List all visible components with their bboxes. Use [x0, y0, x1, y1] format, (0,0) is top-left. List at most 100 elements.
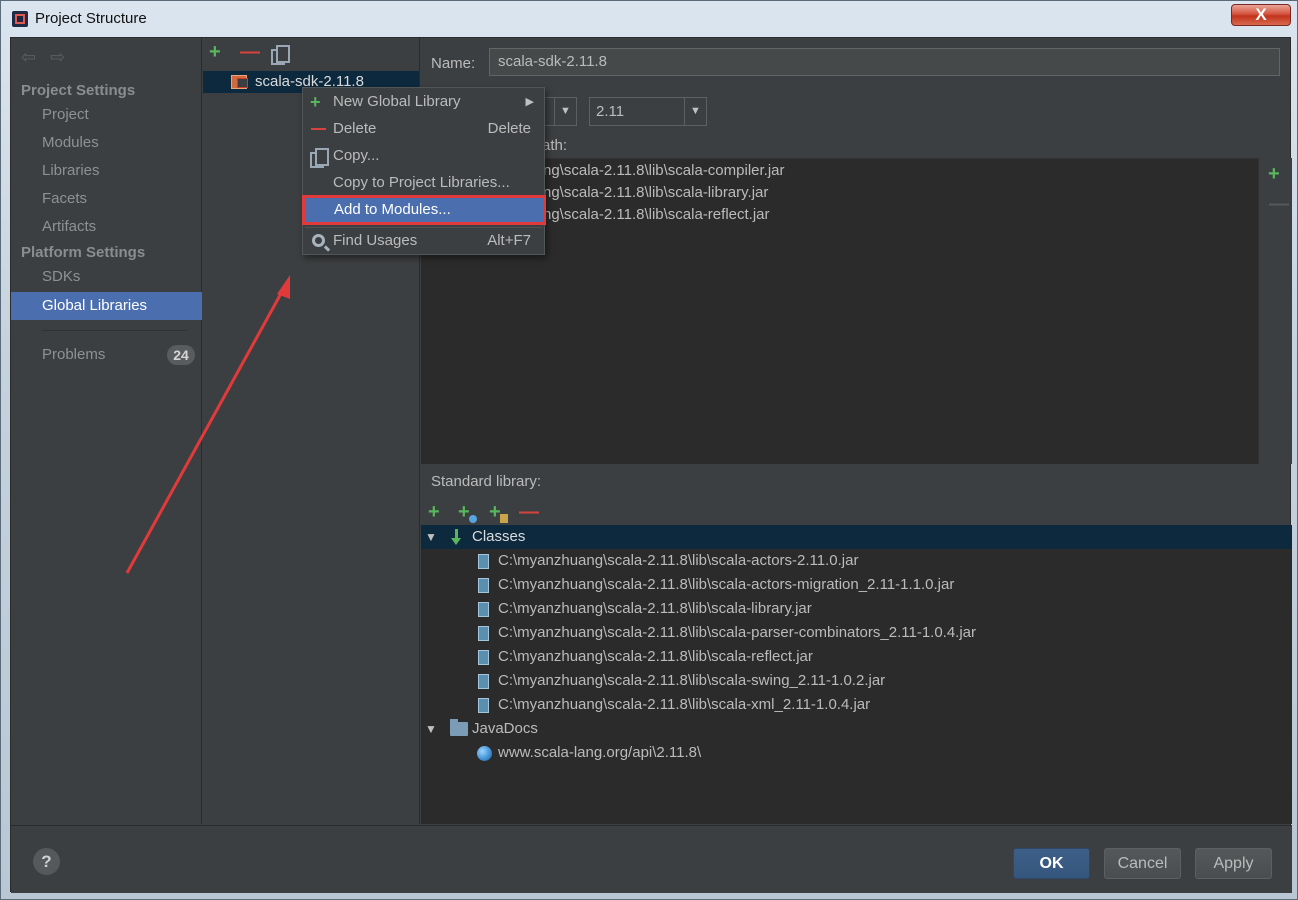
- chevron-down-icon: ▼: [684, 98, 706, 125]
- jar-file-icon: [478, 602, 489, 617]
- tree-row-javadoc-url[interactable]: www.scala-lang.org/api\2.11.8\: [421, 741, 1292, 765]
- tree-node-classes[interactable]: ▼ Classes: [421, 525, 1292, 549]
- copy-library-icon[interactable]: [271, 45, 290, 65]
- library-details: Name: scala-sdk-2.11.8 ▼ 2.11 ▼ ath: ng\…: [421, 38, 1292, 824]
- expand-triangle-icon[interactable]: ▼: [425, 717, 437, 741]
- standard-library-label: Standard library:: [431, 473, 542, 490]
- tree-row-jar[interactable]: C:\myanzhuang\scala-2.11.8\lib\scala-par…: [421, 621, 1292, 645]
- attach-jar-plus-icon[interactable]: +: [489, 502, 501, 522]
- tree-row-jar[interactable]: C:\myanzhuang\scala-2.11.8\lib\scala-act…: [421, 573, 1292, 597]
- jar-path: C:\myanzhuang\scala-2.11.8\lib\scala-xml…: [498, 696, 871, 713]
- scala-version-value: 2.11: [596, 103, 625, 120]
- plus-icon: +: [310, 92, 321, 112]
- nav-history-arrows: ⇦⇨: [21, 47, 79, 68]
- remove-library-minus-icon[interactable]: —: [240, 42, 260, 62]
- menu-item-add-to-modules[interactable]: Add to Modules...: [302, 195, 546, 225]
- problems-count-badge: 24: [167, 345, 195, 365]
- classpath-entry[interactable]: ng\scala-2.11.8\lib\scala-reflect.jar: [543, 206, 770, 223]
- jar-path: C:\myanzhuang\scala-2.11.8\lib\scala-lib…: [498, 600, 812, 617]
- menu-item-copy-to-project-libraries[interactable]: Copy to Project Libraries...: [303, 170, 544, 196]
- library-icon: [231, 75, 248, 89]
- project-settings-heading: Project Settings: [21, 82, 136, 99]
- nav-divider: [42, 330, 187, 331]
- nav-item-modules[interactable]: Modules: [42, 134, 99, 151]
- menu-item-shortcut: Alt+F7: [487, 232, 531, 249]
- menu-item-delete[interactable]: Delete Delete: [303, 116, 544, 142]
- remove-root-minus-icon[interactable]: —: [519, 502, 539, 522]
- javadoc-url: www.scala-lang.org/api\2.11.8\: [498, 744, 702, 761]
- cancel-button[interactable]: Cancel: [1104, 848, 1181, 879]
- javadocs-label: JavaDocs: [472, 720, 538, 737]
- tree-row-jar[interactable]: C:\myanzhuang\scala-2.11.8\lib\scala-xml…: [421, 693, 1292, 717]
- nav-item-artifacts[interactable]: Artifacts: [42, 218, 96, 235]
- jar-path: C:\myanzhuang\scala-2.11.8\lib\scala-par…: [498, 624, 977, 641]
- menu-item-label: Add to Modules...: [334, 201, 451, 218]
- dialog-content: ⇦⇨ Project Settings Project Modules Libr…: [10, 37, 1292, 893]
- standard-library-tree: ▼ Classes C:\myanzhuang\scala-2.11.8\lib…: [421, 525, 1292, 824]
- jar-path: C:\myanzhuang\scala-2.11.8\lib\scala-ref…: [498, 648, 813, 665]
- classes-label: Classes: [472, 528, 526, 545]
- classpath-entry[interactable]: ng\scala-2.11.8\lib\scala-library.jar: [543, 184, 768, 201]
- ok-button[interactable]: OK: [1013, 848, 1090, 879]
- standard-library-toolbar: + + + —: [421, 493, 1292, 526]
- expand-triangle-icon[interactable]: ▼: [425, 525, 437, 549]
- scala-version-combo[interactable]: 2.11 ▼: [589, 97, 707, 126]
- classpath-toolbar: + —: [1258, 158, 1292, 464]
- settings-navigation: ⇦⇨ Project Settings Project Modules Libr…: [11, 38, 202, 824]
- menu-item-copy[interactable]: Copy...: [303, 143, 544, 169]
- menu-item-label: Find Usages: [333, 232, 418, 249]
- window-frame: Project Structure X ⇦⇨ Project Settings …: [0, 0, 1298, 900]
- back-arrow-icon[interactable]: ⇦: [21, 47, 50, 67]
- window-title: Project Structure: [35, 10, 147, 27]
- tree-row-jar[interactable]: C:\myanzhuang\scala-2.11.8\lib\scala-lib…: [421, 597, 1292, 621]
- jar-path: C:\myanzhuang\scala-2.11.8\lib\scala-swi…: [498, 672, 886, 689]
- chevron-down-icon: ▼: [554, 98, 576, 125]
- help-button[interactable]: ?: [33, 848, 60, 875]
- add-library-plus-icon[interactable]: +: [209, 42, 221, 62]
- platform-settings-heading: Platform Settings: [21, 244, 146, 261]
- compiler-classpath-label: ath:: [542, 137, 568, 154]
- menu-item-label: Copy...: [333, 147, 380, 164]
- globe-icon: [469, 515, 477, 523]
- nav-item-facets[interactable]: Facets: [42, 190, 87, 207]
- menu-item-new-global-library[interactable]: + New Global Library ▶: [303, 89, 544, 115]
- tree-row-jar[interactable]: C:\myanzhuang\scala-2.11.8\lib\scala-act…: [421, 549, 1292, 573]
- library-context-menu: + New Global Library ▶ Delete Delete Cop…: [302, 87, 546, 255]
- jar-icon: [500, 514, 508, 523]
- minus-icon: [311, 128, 326, 130]
- jar-file-icon: [478, 674, 489, 689]
- menu-item-label: New Global Library: [333, 93, 461, 110]
- jar-file-icon: [478, 698, 489, 713]
- tree-row-jar[interactable]: C:\myanzhuang\scala-2.11.8\lib\scala-swi…: [421, 669, 1292, 693]
- jar-file-icon: [478, 626, 489, 641]
- forward-arrow-icon[interactable]: ⇨: [50, 47, 79, 67]
- search-icon: [312, 234, 325, 247]
- nav-item-libraries[interactable]: Libraries: [42, 162, 100, 179]
- folder-icon: [450, 719, 468, 736]
- dialog-button-bar: ? OK Cancel Apply: [11, 825, 1292, 893]
- menu-item-label: Delete: [333, 120, 377, 137]
- close-window-button[interactable]: X: [1231, 4, 1291, 26]
- tree-row-jar[interactable]: C:\myanzhuang\scala-2.11.8\lib\scala-ref…: [421, 645, 1292, 669]
- classpath-entry[interactable]: ng\scala-2.11.8\lib\scala-compiler.jar: [543, 162, 785, 179]
- nav-item-sdks[interactable]: SDKs: [42, 268, 80, 285]
- remove-classpath-minus-icon[interactable]: —: [1269, 194, 1289, 214]
- classes-icon: [451, 529, 465, 545]
- submenu-arrow-icon: ▶: [525, 96, 534, 108]
- attach-url-plus-icon[interactable]: +: [458, 502, 470, 522]
- apply-button[interactable]: Apply: [1195, 848, 1272, 879]
- tree-node-javadocs[interactable]: ▼ JavaDocs: [421, 717, 1292, 741]
- add-root-plus-icon[interactable]: +: [428, 502, 440, 522]
- jar-file-icon: [478, 578, 489, 593]
- name-label: Name:: [431, 55, 476, 72]
- nav-item-project[interactable]: Project: [42, 106, 89, 123]
- name-field[interactable]: scala-sdk-2.11.8: [489, 48, 1280, 76]
- add-classpath-plus-icon[interactable]: +: [1268, 164, 1280, 184]
- jar-path: C:\myanzhuang\scala-2.11.8\lib\scala-act…: [498, 552, 859, 569]
- jar-path: C:\myanzhuang\scala-2.11.8\lib\scala-act…: [498, 576, 955, 593]
- nav-item-global-libraries[interactable]: Global Libraries: [11, 292, 202, 320]
- copy-icon: [310, 148, 329, 168]
- globe-icon: [477, 746, 492, 761]
- nav-item-problems[interactable]: Problems: [42, 346, 105, 363]
- menu-item-find-usages[interactable]: Find Usages Alt+F7: [303, 228, 544, 254]
